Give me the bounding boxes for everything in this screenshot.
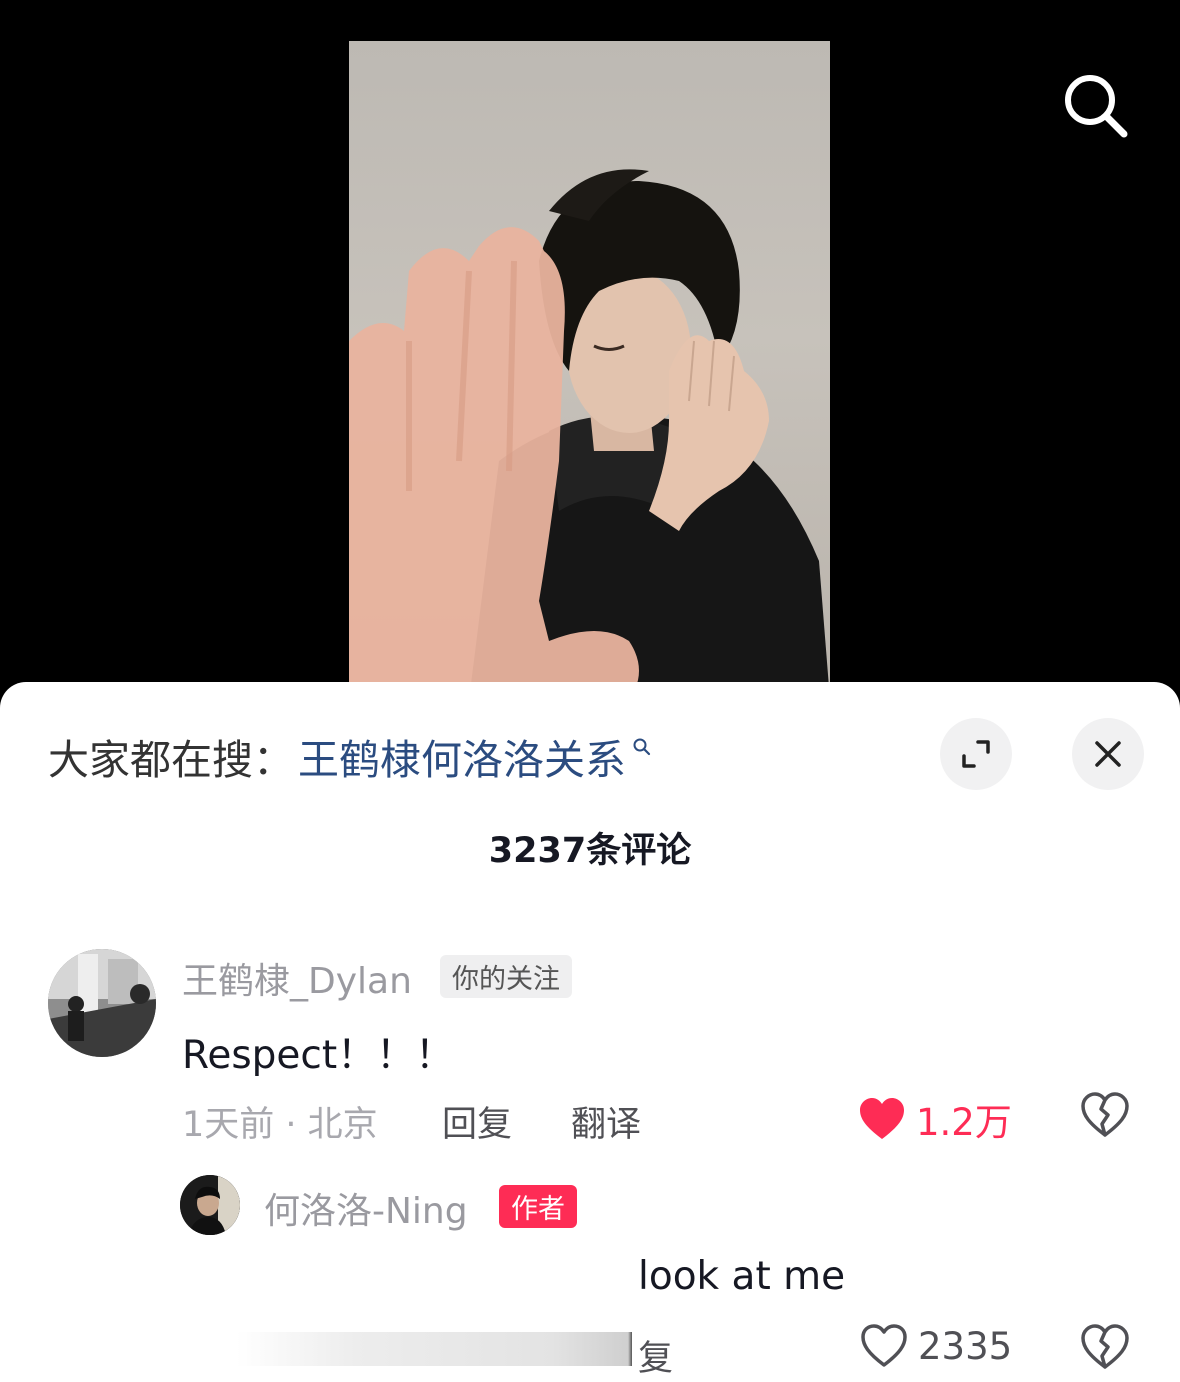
- broken-heart-icon: [1081, 1324, 1129, 1369]
- heart-filled-icon: [860, 1098, 904, 1139]
- following-badge: 你的关注: [440, 955, 572, 998]
- blurred-region: [236, 1332, 632, 1366]
- reply-username[interactable]: 何洛洛-Ning: [264, 1182, 468, 1234]
- avatar-image: [48, 949, 156, 1057]
- close-icon: [1095, 741, 1121, 767]
- close-button[interactable]: [1072, 718, 1144, 790]
- expand-button[interactable]: [940, 718, 1012, 790]
- broken-heart-icon: [1081, 1092, 1129, 1137]
- expand-icon: [962, 740, 990, 768]
- translate-button[interactable]: 翻译: [571, 1096, 641, 1147]
- avatar-image: [180, 1175, 240, 1235]
- comment-username[interactable]: 王鹤棣_Dylan: [182, 952, 412, 1004]
- reply-like-button[interactable]: 2335: [860, 1324, 1012, 1368]
- search-button[interactable]: [1058, 68, 1134, 144]
- reply-like-count: 2335: [918, 1324, 1013, 1368]
- like-count: 1.2万: [916, 1101, 1012, 1144]
- heart-outline-icon: [861, 1324, 907, 1367]
- reply-dislike-button[interactable]: [1080, 1324, 1130, 1374]
- avatar[interactable]: [48, 949, 156, 1057]
- dislike-button[interactable]: [1080, 1092, 1130, 1142]
- comment-count: 3237条评论: [488, 831, 692, 871]
- video-frame[interactable]: [349, 41, 830, 700]
- like-button[interactable]: 1.2万: [858, 1092, 1012, 1146]
- reply-button-partial[interactable]: 复: [638, 1330, 673, 1381]
- video-player[interactable]: [0, 0, 1180, 700]
- video-still-illustration: [349, 169, 830, 700]
- search-suggestion[interactable]: 大家都在搜： 王鹤棣何洛洛关系: [48, 726, 652, 786]
- search-icon: [1065, 75, 1128, 138]
- comment-time-location: 1天前 · 北京: [182, 1105, 378, 1145]
- comment-sheet: 大家都在搜： 王鹤棣何洛洛关系 3237条评论 王鹤棣_Dylan 你的关注 R…: [0, 682, 1180, 1382]
- comment-text: Respect！！！: [182, 1033, 455, 1078]
- small-search-icon: [633, 738, 651, 756]
- search-suggestion-prefix: 大家都在搜：: [48, 736, 294, 784]
- reply-button[interactable]: 回复: [442, 1096, 512, 1147]
- author-badge: 作者: [499, 1185, 577, 1228]
- reply-avatar[interactable]: [180, 1175, 240, 1235]
- search-suggestion-term[interactable]: 王鹤棣何洛洛关系: [298, 726, 626, 786]
- reply-text: look at me: [638, 1254, 846, 1299]
